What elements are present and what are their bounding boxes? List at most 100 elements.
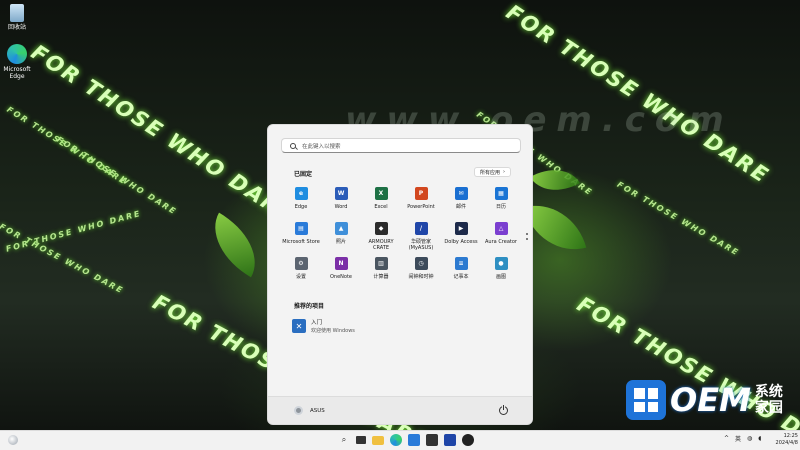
myasus-icon[interactable] bbox=[444, 434, 456, 446]
armoury-crate-icon: ◆ bbox=[374, 222, 388, 235]
pinned-app-dolby[interactable]: ▶ Dolby Access bbox=[441, 222, 481, 257]
taskbar: ⌕ ^ 英 ◍ ◖ 12:25 2024/4/8 bbox=[0, 430, 800, 450]
pinned-app-label: 闹钟和时钟 bbox=[408, 274, 434, 280]
recommended-item-subtitle: 欢迎使用 Windows bbox=[311, 328, 355, 334]
notepad-icon: ≡ bbox=[454, 257, 468, 270]
all-apps-button[interactable]: 所有应用 › bbox=[474, 167, 512, 177]
pinned-app-calendar[interactable]: ▦ 日历 bbox=[481, 187, 521, 222]
store-icon[interactable] bbox=[408, 434, 420, 446]
pinned-app-armoury-crate[interactable]: ◆ ARMOURY CRATE bbox=[361, 222, 401, 257]
user-account-button[interactable]: ASUS bbox=[294, 406, 325, 415]
oem-logo-text: OEM bbox=[670, 381, 751, 419]
armoury-crate-icon[interactable] bbox=[426, 434, 438, 446]
taskbar-apps: ⌕ bbox=[320, 434, 474, 446]
pinned-app-photos[interactable]: ▲ 照片 bbox=[321, 222, 361, 257]
pinned-app-settings[interactable]: ⚙ 设置 bbox=[281, 257, 321, 292]
pinned-app-label: Edge bbox=[294, 204, 308, 210]
mail-icon: ✉ bbox=[454, 187, 468, 200]
search-icon[interactable]: ⌕ bbox=[338, 434, 350, 446]
pinned-app-excel[interactable]: X Excel bbox=[361, 187, 401, 222]
oem-logo: OEM 系统 家园 bbox=[626, 380, 783, 420]
pinned-app-aura-creator[interactable]: △ Aura Creator bbox=[481, 222, 521, 257]
pinned-app-paint[interactable]: ● 画图 bbox=[481, 257, 521, 292]
xbox-icon[interactable] bbox=[462, 434, 474, 446]
pinned-app-label: 设置 bbox=[295, 274, 306, 280]
dolby-icon: ▶ bbox=[454, 222, 468, 235]
pinned-app-store[interactable]: ▤ Microsoft Store bbox=[281, 222, 321, 257]
weather-widget-icon[interactable] bbox=[8, 435, 18, 445]
calculator-icon: ▥ bbox=[374, 257, 388, 270]
pinned-app-notepad[interactable]: ≡ 记事本 bbox=[441, 257, 481, 292]
leaf-decoration bbox=[523, 194, 587, 261]
store-icon: ▤ bbox=[294, 222, 308, 235]
pinned-app-powerpoint[interactable]: P PowerPoint bbox=[401, 187, 441, 222]
pinned-app-mail[interactable]: ✉ 邮件 bbox=[441, 187, 481, 222]
excel-icon: X bbox=[374, 187, 388, 200]
network-icon[interactable]: ◍ bbox=[747, 435, 752, 442]
oem-logo-sub: 系统 bbox=[754, 384, 783, 400]
recommended-item[interactable]: ✕ 入门 欢迎使用 Windows bbox=[292, 318, 355, 334]
search-input[interactable]: 在此键入以搜索 bbox=[281, 138, 521, 153]
system-tray: ^ 英 ◍ ◖ bbox=[724, 434, 761, 443]
pinned-app-label: 照片 bbox=[335, 239, 346, 245]
edge-icon: e bbox=[294, 187, 308, 200]
pinned-app-myasus[interactable]: / 华硕管家 (MyASUS) bbox=[401, 222, 441, 257]
pinned-app-label: PowerPoint bbox=[407, 204, 435, 210]
pinned-app-label: 日历 bbox=[495, 204, 506, 210]
word-icon: W bbox=[334, 187, 348, 200]
desktop-icon-label: 回收站 bbox=[7, 24, 26, 31]
search-icon bbox=[290, 142, 296, 149]
pinned-app-label: Microsoft Store bbox=[282, 239, 320, 245]
clock[interactable]: 12:25 2024/4/8 bbox=[770, 433, 798, 447]
pinned-app-label: OneNote bbox=[329, 274, 353, 280]
pinned-app-label: Aura Creator bbox=[485, 239, 517, 245]
pinned-title: 已固定 bbox=[294, 171, 313, 178]
pinned-apps-grid: e Edge W Word X Excel P PowerPoint ✉ 邮件 ▦ 日历 ▤ Micros… bbox=[281, 187, 521, 292]
pinned-app-clock[interactable]: ◷ 闹钟和时钟 bbox=[401, 257, 441, 292]
start-menu: 在此键入以搜索 已固定 所有应用 › e Edge W Word X Excel P Powe… bbox=[267, 124, 533, 425]
pinned-app-edge[interactable]: e Edge bbox=[281, 187, 321, 222]
edge-icon[interactable] bbox=[390, 434, 402, 446]
desktop-icon-label: Microsoft Edge bbox=[3, 66, 31, 80]
chevron-right-icon: › bbox=[503, 169, 506, 175]
search-placeholder: 在此键入以搜索 bbox=[302, 143, 341, 150]
get-started-icon: ✕ bbox=[292, 319, 306, 333]
recommended-title: 推荐的项目 bbox=[294, 303, 325, 310]
powerpoint-icon: P bbox=[414, 187, 428, 200]
wallpaper-text: FOR THOSE WHO DARE bbox=[55, 135, 179, 217]
myasus-icon: / bbox=[414, 222, 428, 235]
pinned-app-label: Dolby Access bbox=[444, 239, 478, 245]
pinned-app-word[interactable]: W Word bbox=[321, 187, 361, 222]
photos-icon: ▲ bbox=[334, 222, 348, 235]
start-button[interactable] bbox=[320, 434, 332, 446]
user-name: ASUS bbox=[310, 407, 325, 414]
desktop-icon-recycle-bin[interactable]: 回收站 bbox=[0, 4, 34, 31]
task-view-icon[interactable] bbox=[356, 436, 366, 444]
page-indicator[interactable] bbox=[526, 233, 528, 243]
pinned-app-calculator[interactable]: ▥ 计算器 bbox=[361, 257, 401, 292]
all-apps-label: 所有应用 bbox=[480, 169, 501, 176]
file-explorer-icon[interactable] bbox=[372, 435, 384, 445]
aura-creator-icon: △ bbox=[494, 222, 508, 235]
wallpaper-text: FOR THOSE WHO DARE bbox=[5, 208, 143, 254]
leaf-decoration bbox=[199, 212, 271, 278]
settings-icon: ⚙ bbox=[294, 257, 308, 270]
clock-icon: ◷ bbox=[414, 257, 428, 270]
onenote-icon: N bbox=[334, 257, 348, 270]
edge-icon bbox=[7, 44, 27, 64]
wallpaper-text: FOR THOSE WHO DARE bbox=[615, 180, 742, 258]
clock-time: 12:25 bbox=[783, 433, 798, 439]
pinned-app-label: 计算器 bbox=[373, 274, 389, 280]
desktop-icon-edge[interactable]: Microsoft Edge bbox=[0, 44, 34, 80]
power-button[interactable] bbox=[499, 405, 508, 415]
pinned-app-label: Word bbox=[334, 204, 348, 210]
windows-logo-icon bbox=[626, 380, 666, 420]
calendar-icon: ▦ bbox=[494, 187, 508, 200]
pinned-app-label: ARMOURY CRATE bbox=[368, 239, 394, 251]
pinned-app-onenote[interactable]: N OneNote bbox=[321, 257, 361, 292]
volume-icon[interactable]: ◖ bbox=[758, 435, 761, 442]
ime-indicator[interactable]: 英 bbox=[735, 434, 741, 443]
chevron-up-icon[interactable]: ^ bbox=[724, 435, 729, 442]
oem-logo-sub: 家园 bbox=[754, 400, 783, 416]
recycle-bin-icon bbox=[10, 4, 24, 22]
